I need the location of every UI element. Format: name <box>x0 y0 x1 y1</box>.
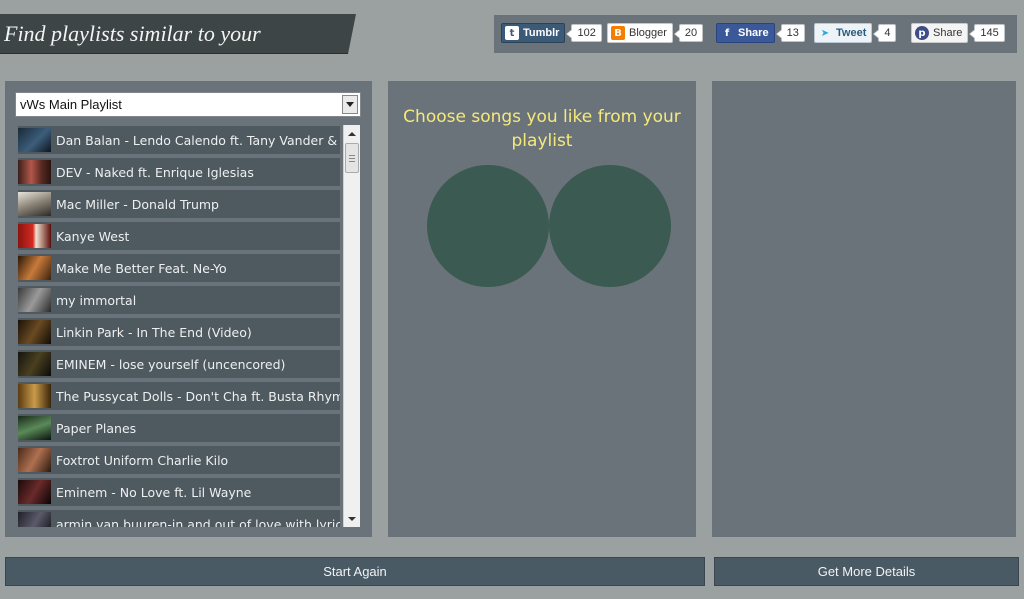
tweet-count: 4 <box>873 24 897 42</box>
blogger-icon: B <box>611 26 625 40</box>
pinterest-label: Share <box>933 27 963 39</box>
share-blogger[interactable]: B Blogger 20 <box>607 23 704 43</box>
tweet-button[interactable]: ➤ Tweet <box>814 23 873 43</box>
song-thumbnail <box>18 256 51 280</box>
pinterest-share-button[interactable]: p Share <box>911 23 969 43</box>
page-title: Find playlists similar to your <box>4 21 261 46</box>
tumblr-count: 102 <box>566 24 602 42</box>
facebook-label: Share <box>738 27 769 39</box>
song-title: Eminem - No Love ft. Lil Wayne <box>56 484 252 500</box>
song-title: Linkin Park - In The End (Video) <box>56 324 252 340</box>
share-tumblr[interactable]: t Tumblr 102 <box>501 23 602 43</box>
playlist-select-value: vWs Main Playlist <box>20 97 122 112</box>
tumblr-button[interactable]: t Tumblr <box>501 23 566 43</box>
song-item[interactable]: armin van buuren-in and out of love with… <box>18 510 340 527</box>
song-title: DEV - Naked ft. Enrique Iglesias <box>56 164 254 180</box>
song-title: EMINEM - lose yourself (uncencored) <box>56 356 286 372</box>
song-thumbnail <box>18 384 51 408</box>
song-title: my immortal <box>56 292 137 308</box>
song-item[interactable]: Make Me Better Feat. Ne-Yo <box>18 254 340 282</box>
chevron-down-icon[interactable] <box>342 95 358 114</box>
scroll-up-arrow-icon[interactable] <box>344 125 360 142</box>
song-title: Dan Balan - Lendo Calendo ft. Tany Vande… <box>56 132 338 148</box>
pinterest-count: 145 <box>969 24 1005 42</box>
title-banner: Find playlists similar to your <box>0 14 356 54</box>
song-thumbnail <box>18 320 51 344</box>
results-panel <box>712 81 1016 537</box>
playlist-panel: vWs Main Playlist Dan Balan - Lendo Cale… <box>5 81 372 537</box>
share-pinterest[interactable]: p Share 145 <box>911 23 1005 43</box>
start-again-button[interactable]: Start Again <box>5 557 705 586</box>
tumblr-label: Tumblr <box>523 27 560 39</box>
song-thumbnail <box>18 128 51 152</box>
song-title: The Pussycat Dolls - Don't Cha ft. Busta… <box>56 388 340 404</box>
blogger-button[interactable]: B Blogger <box>607 23 673 43</box>
scrollbar-grip <box>349 161 355 162</box>
facebook-icon: f <box>720 26 734 40</box>
song-item[interactable]: Mac Miller - Donald Trump <box>18 190 340 218</box>
share-twitter[interactable]: ➤ Tweet 4 <box>814 23 897 43</box>
song-title: armin van buuren-in and out of love with… <box>56 516 340 528</box>
twitter-icon: ➤ <box>818 26 832 40</box>
playlist-select[interactable]: vWs Main Playlist <box>15 92 361 117</box>
song-drop-slot-2[interactable] <box>549 165 671 287</box>
song-thumbnail <box>18 448 51 472</box>
scroll-down-arrow-icon[interactable] <box>344 510 360 527</box>
song-title: Foxtrot Uniform Charlie Kilo <box>56 452 229 468</box>
song-thumbnail <box>18 160 51 184</box>
song-thumbnail <box>18 288 51 312</box>
song-item[interactable]: DEV - Naked ft. Enrique Iglesias <box>18 158 340 186</box>
song-list[interactable]: Dan Balan - Lendo Calendo ft. Tany Vande… <box>15 125 361 527</box>
song-thumbnail <box>18 512 51 527</box>
share-bar: t Tumblr 102 B Blogger 20 f Share 13 ➤ T… <box>494 15 1017 53</box>
scrollbar-grip <box>349 155 355 156</box>
song-thumbnail <box>18 416 51 440</box>
song-thumbnail <box>18 224 51 248</box>
facebook-count: 13 <box>775 24 805 42</box>
tumblr-icon: t <box>505 26 519 40</box>
song-item[interactable]: Paper Planes <box>18 414 340 442</box>
song-thumbnail <box>18 480 51 504</box>
song-item[interactable]: Dan Balan - Lendo Calendo ft. Tany Vande… <box>18 126 340 154</box>
tweet-label: Tweet <box>836 27 867 39</box>
song-item[interactable]: my immortal <box>18 286 340 314</box>
song-item[interactable]: The Pussycat Dolls - Don't Cha ft. Busta… <box>18 382 340 410</box>
song-item[interactable]: Foxtrot Uniform Charlie Kilo <box>18 446 340 474</box>
song-drop-slot-1[interactable] <box>427 165 549 287</box>
blogger-count: 20 <box>673 24 704 42</box>
pinterest-icon: p <box>915 26 929 40</box>
selection-panel: Choose songs you like from your playlist <box>388 81 696 537</box>
song-item[interactable]: Linkin Park - In The End (Video) <box>18 318 340 346</box>
song-list-scrollbar[interactable] <box>343 125 360 527</box>
song-title: Paper Planes <box>56 420 137 436</box>
blogger-label: Blogger <box>629 27 667 39</box>
get-more-details-button[interactable]: Get More Details <box>714 557 1019 586</box>
song-item[interactable]: Kanye West <box>18 222 340 250</box>
song-title: Make Me Better Feat. Ne-Yo <box>56 260 227 276</box>
scrollbar-grip <box>349 158 355 159</box>
song-title: Mac Miller - Donald Trump <box>56 196 219 212</box>
song-thumbnail <box>18 192 51 216</box>
song-title: Kanye West <box>56 228 130 244</box>
choose-songs-prompt: Choose songs you like from your playlist <box>403 107 681 151</box>
song-item[interactable]: Eminem - No Love ft. Lil Wayne <box>18 478 340 506</box>
song-thumbnail <box>18 352 51 376</box>
song-item[interactable]: EMINEM - lose yourself (uncencored) <box>18 350 340 378</box>
share-facebook[interactable]: f Share 13 <box>716 23 805 43</box>
scrollbar-thumb[interactable] <box>345 143 359 173</box>
facebook-share-button[interactable]: f Share <box>716 23 775 43</box>
